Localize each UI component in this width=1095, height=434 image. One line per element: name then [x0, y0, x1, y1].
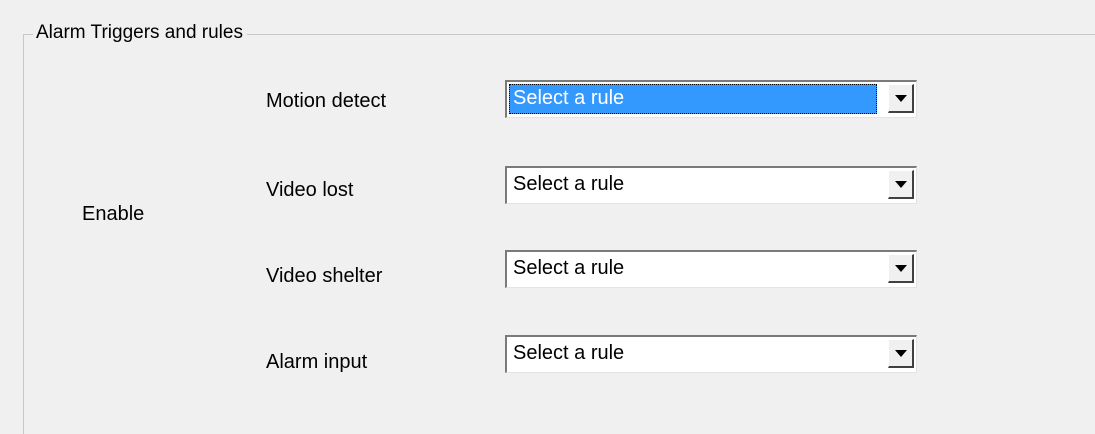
- video-shelter-rule-select[interactable]: Select a rule: [505, 250, 917, 288]
- alarm-input-dropdown-button[interactable]: [888, 339, 914, 368]
- alarm-input-rule-value: Select a rule: [513, 342, 625, 364]
- motion-detect-label: Motion detect: [266, 90, 387, 112]
- chevron-down-icon: [894, 264, 907, 272]
- alarm-input-label: Alarm input: [266, 351, 368, 373]
- groupbox-title: Alarm Triggers and rules: [33, 20, 247, 46]
- video-lost-rule-select[interactable]: Select a rule: [505, 166, 917, 204]
- video-lost-label: Video lost: [266, 179, 354, 201]
- chevron-down-icon: [894, 349, 907, 357]
- video-lost-dropdown-button[interactable]: [888, 170, 914, 199]
- chevron-down-icon: [894, 180, 907, 188]
- video-shelter-rule-value: Select a rule: [513, 257, 625, 279]
- motion-detect-rule-value: Select a rule: [509, 84, 877, 114]
- video-shelter-dropdown-button[interactable]: [888, 254, 914, 283]
- video-shelter-label: Video shelter: [266, 265, 383, 287]
- enable-label: Enable: [82, 203, 145, 225]
- alarm-input-rule-select[interactable]: Select a rule: [505, 335, 917, 373]
- chevron-down-icon: [894, 94, 907, 102]
- motion-detect-rule-select[interactable]: Select a rule: [505, 80, 917, 118]
- motion-detect-dropdown-button[interactable]: [888, 84, 914, 113]
- video-lost-rule-value: Select a rule: [513, 173, 625, 195]
